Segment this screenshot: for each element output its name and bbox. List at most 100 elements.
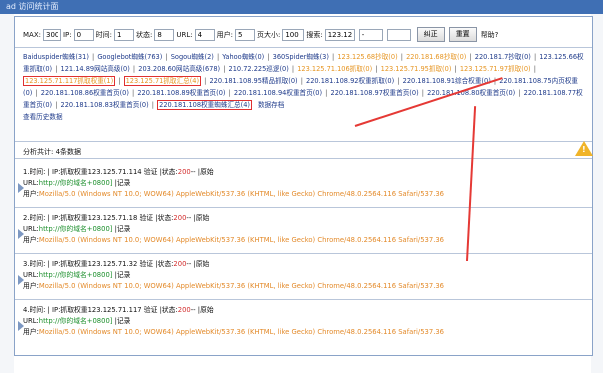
spider-link[interactable]: 220.181.108.89权重首页(0) (137, 89, 225, 97)
link-separator: | (53, 65, 60, 73)
history-data-link[interactable]: 查看历史数据 (23, 113, 63, 121)
record-raw[interactable]: 原始 (200, 306, 214, 314)
spider-link[interactable]: 220.181.7抄取(0) (475, 53, 531, 61)
record-verify[interactable]: 验证 (144, 168, 158, 176)
spider-link[interactable]: 123.125.71.97抓取(0) (460, 65, 531, 73)
spider-link[interactable]: 360Spider蜘蛛(3) (273, 53, 329, 61)
spider-link[interactable]: 220.181.108.92权重抓取(0) (306, 77, 394, 85)
status-input[interactable] (154, 28, 175, 41)
record-line-3: 用户:Mozilla/5.0 (Windows NT 10.0; WOW64) … (23, 327, 444, 338)
pagesize-input[interactable] (282, 28, 305, 41)
spider-link[interactable]: 121.14.89网站高级(0) (61, 65, 130, 73)
spider-link[interactable]: 123.125.71.117抓取权重(1) (23, 76, 116, 86)
record-index: 1.时间: (23, 168, 46, 176)
help-link[interactable]: 帮助? (481, 30, 499, 40)
status-label: 状态: (136, 30, 153, 39)
filter-bar: MAX: IP: 时间: 状态: URL: 用户: 页大小: 搜索: 纠正 重置… (23, 27, 498, 42)
time-label: 时间: (95, 30, 112, 39)
spider-link[interactable]: 203.208.60网站高级(678) (138, 65, 220, 73)
spider-link[interactable]: 220.181.108.86权重首页(0) (41, 89, 129, 97)
warning-mark: ! (582, 145, 586, 154)
link-separator: | (53, 101, 60, 109)
spider-link[interactable]: 123.125.71.95抓取(0) (381, 65, 452, 73)
spider-link[interactable]: Sogou蜘蛛(2) (171, 53, 214, 61)
url-input[interactable] (194, 28, 215, 41)
record-status-label: 状态: (161, 306, 178, 314)
spider-link[interactable]: 123.125.71抓取汇总(4) (123, 76, 202, 86)
record-item: 2.时间: | IP:抓取权重123.125.71.18 验证 |状态:200-… (23, 213, 444, 246)
spider-link[interactable]: Baiduspider蜘蛛(31) (23, 53, 89, 61)
divider-records (15, 158, 592, 159)
link-separator: | (395, 77, 402, 85)
extra-input-1[interactable] (358, 28, 383, 41)
link-separator: | (329, 53, 337, 61)
user-input[interactable] (234, 28, 255, 41)
row-pointer-icon (18, 229, 24, 239)
record-line-3: 用户:Mozilla/5.0 (Windows NT 10.0; WOW64) … (23, 281, 444, 292)
link-separator: | (531, 65, 536, 73)
record-url[interactable]: http://你的域名+0800] (39, 317, 113, 325)
spider-link[interactable]: Googlebot蜘蛛(763) (97, 53, 162, 61)
record-log[interactable]: 记录 (117, 179, 131, 187)
spider-link[interactable]: 220.181.108.80权重首页(0) (427, 89, 515, 97)
ip-input[interactable] (73, 28, 94, 41)
link-separator: | (130, 65, 138, 73)
record-raw[interactable]: 原始 (200, 168, 214, 176)
summary-text: 分析共计: 4条数据 (23, 148, 82, 156)
row-pointer-icon (18, 183, 24, 193)
spider-link[interactable]: Yahoo蜘蛛(0) (222, 53, 264, 61)
record-user-agent: Mozilla/5.0 (Windows NT 10.0; WOW64) App… (38, 190, 445, 198)
link-separator: | (116, 77, 123, 85)
link-separator: | (129, 89, 137, 97)
link-separator: | (398, 53, 406, 61)
record-verify[interactable]: 验证 (144, 306, 158, 314)
spider-link[interactable]: 123.125.71.106抓取(0) (297, 65, 372, 73)
spider-link[interactable]: 220.181.108.91综合权重(0) (403, 77, 491, 85)
spider-link[interactable]: 220.181.108.94权重首页(0) (234, 89, 322, 97)
link-separator: | (265, 53, 272, 61)
link-separator: | (202, 77, 209, 85)
link-separator: | (226, 89, 233, 97)
spider-link[interactable]: 220.181.108.83权重首页(0) (61, 101, 149, 109)
link-separator: | (149, 101, 157, 109)
record-url[interactable]: http://你的域名+0800] (39, 271, 113, 279)
link-separator: | (289, 65, 297, 73)
reset-button[interactable]: 重置 (448, 27, 477, 42)
link-separator: | (467, 53, 474, 61)
spider-link[interactable]: 220.181.68抄取(0) (406, 53, 466, 61)
extra-input-2[interactable] (386, 28, 411, 41)
spider-link[interactable]: 220.181.108.97权重首页(0) (331, 89, 419, 97)
record-url[interactable]: http://你的域名+0800] (39, 179, 113, 187)
record-status-label: 状态: (157, 214, 174, 222)
spider-link[interactable]: 220.181.108权重蜘蛛汇总(4) (157, 100, 252, 110)
save-data-link[interactable]: 数据存档 (258, 101, 284, 109)
confirm-button[interactable]: 纠正 (416, 27, 445, 42)
record-raw[interactable]: 原始 (196, 260, 210, 268)
link-separator: | (323, 89, 330, 97)
link-separator: | (531, 53, 539, 61)
pagesize-label: 页大小: (256, 30, 281, 39)
record-log[interactable]: 记录 (117, 317, 131, 325)
record-log[interactable]: 记录 (117, 271, 131, 279)
window-titlebar: ad 访问统计面 (0, 0, 603, 14)
record-verify[interactable]: 验证 (139, 214, 153, 222)
record-log[interactable]: 记录 (117, 225, 131, 233)
user-label: 用户: (216, 30, 233, 39)
record-ua-label: 用户: (23, 236, 39, 244)
record-url[interactable]: http://你的域名+0800] (39, 225, 113, 233)
spider-link[interactable]: 210.72.225巡逻(0) (229, 65, 289, 73)
link-separator: | (89, 53, 97, 61)
max-input[interactable] (42, 28, 61, 41)
record-raw[interactable]: 原始 (196, 214, 210, 222)
link-separator: | (516, 89, 523, 97)
time-input[interactable] (114, 28, 134, 41)
record-ua-label: 用户: (23, 190, 39, 198)
url-label: URL: (176, 30, 193, 39)
record-status: 200 (177, 306, 191, 314)
record-verify[interactable]: 验证 (139, 260, 153, 268)
search-input[interactable] (324, 28, 355, 41)
spider-link[interactable]: 123.125.68抄取(0) (337, 53, 397, 61)
spider-link[interactable]: 220.181.108.95精品抓取(0) (209, 77, 297, 85)
record-status-label: 状态: (157, 260, 174, 268)
record-ua-label: 用户: (23, 282, 39, 290)
